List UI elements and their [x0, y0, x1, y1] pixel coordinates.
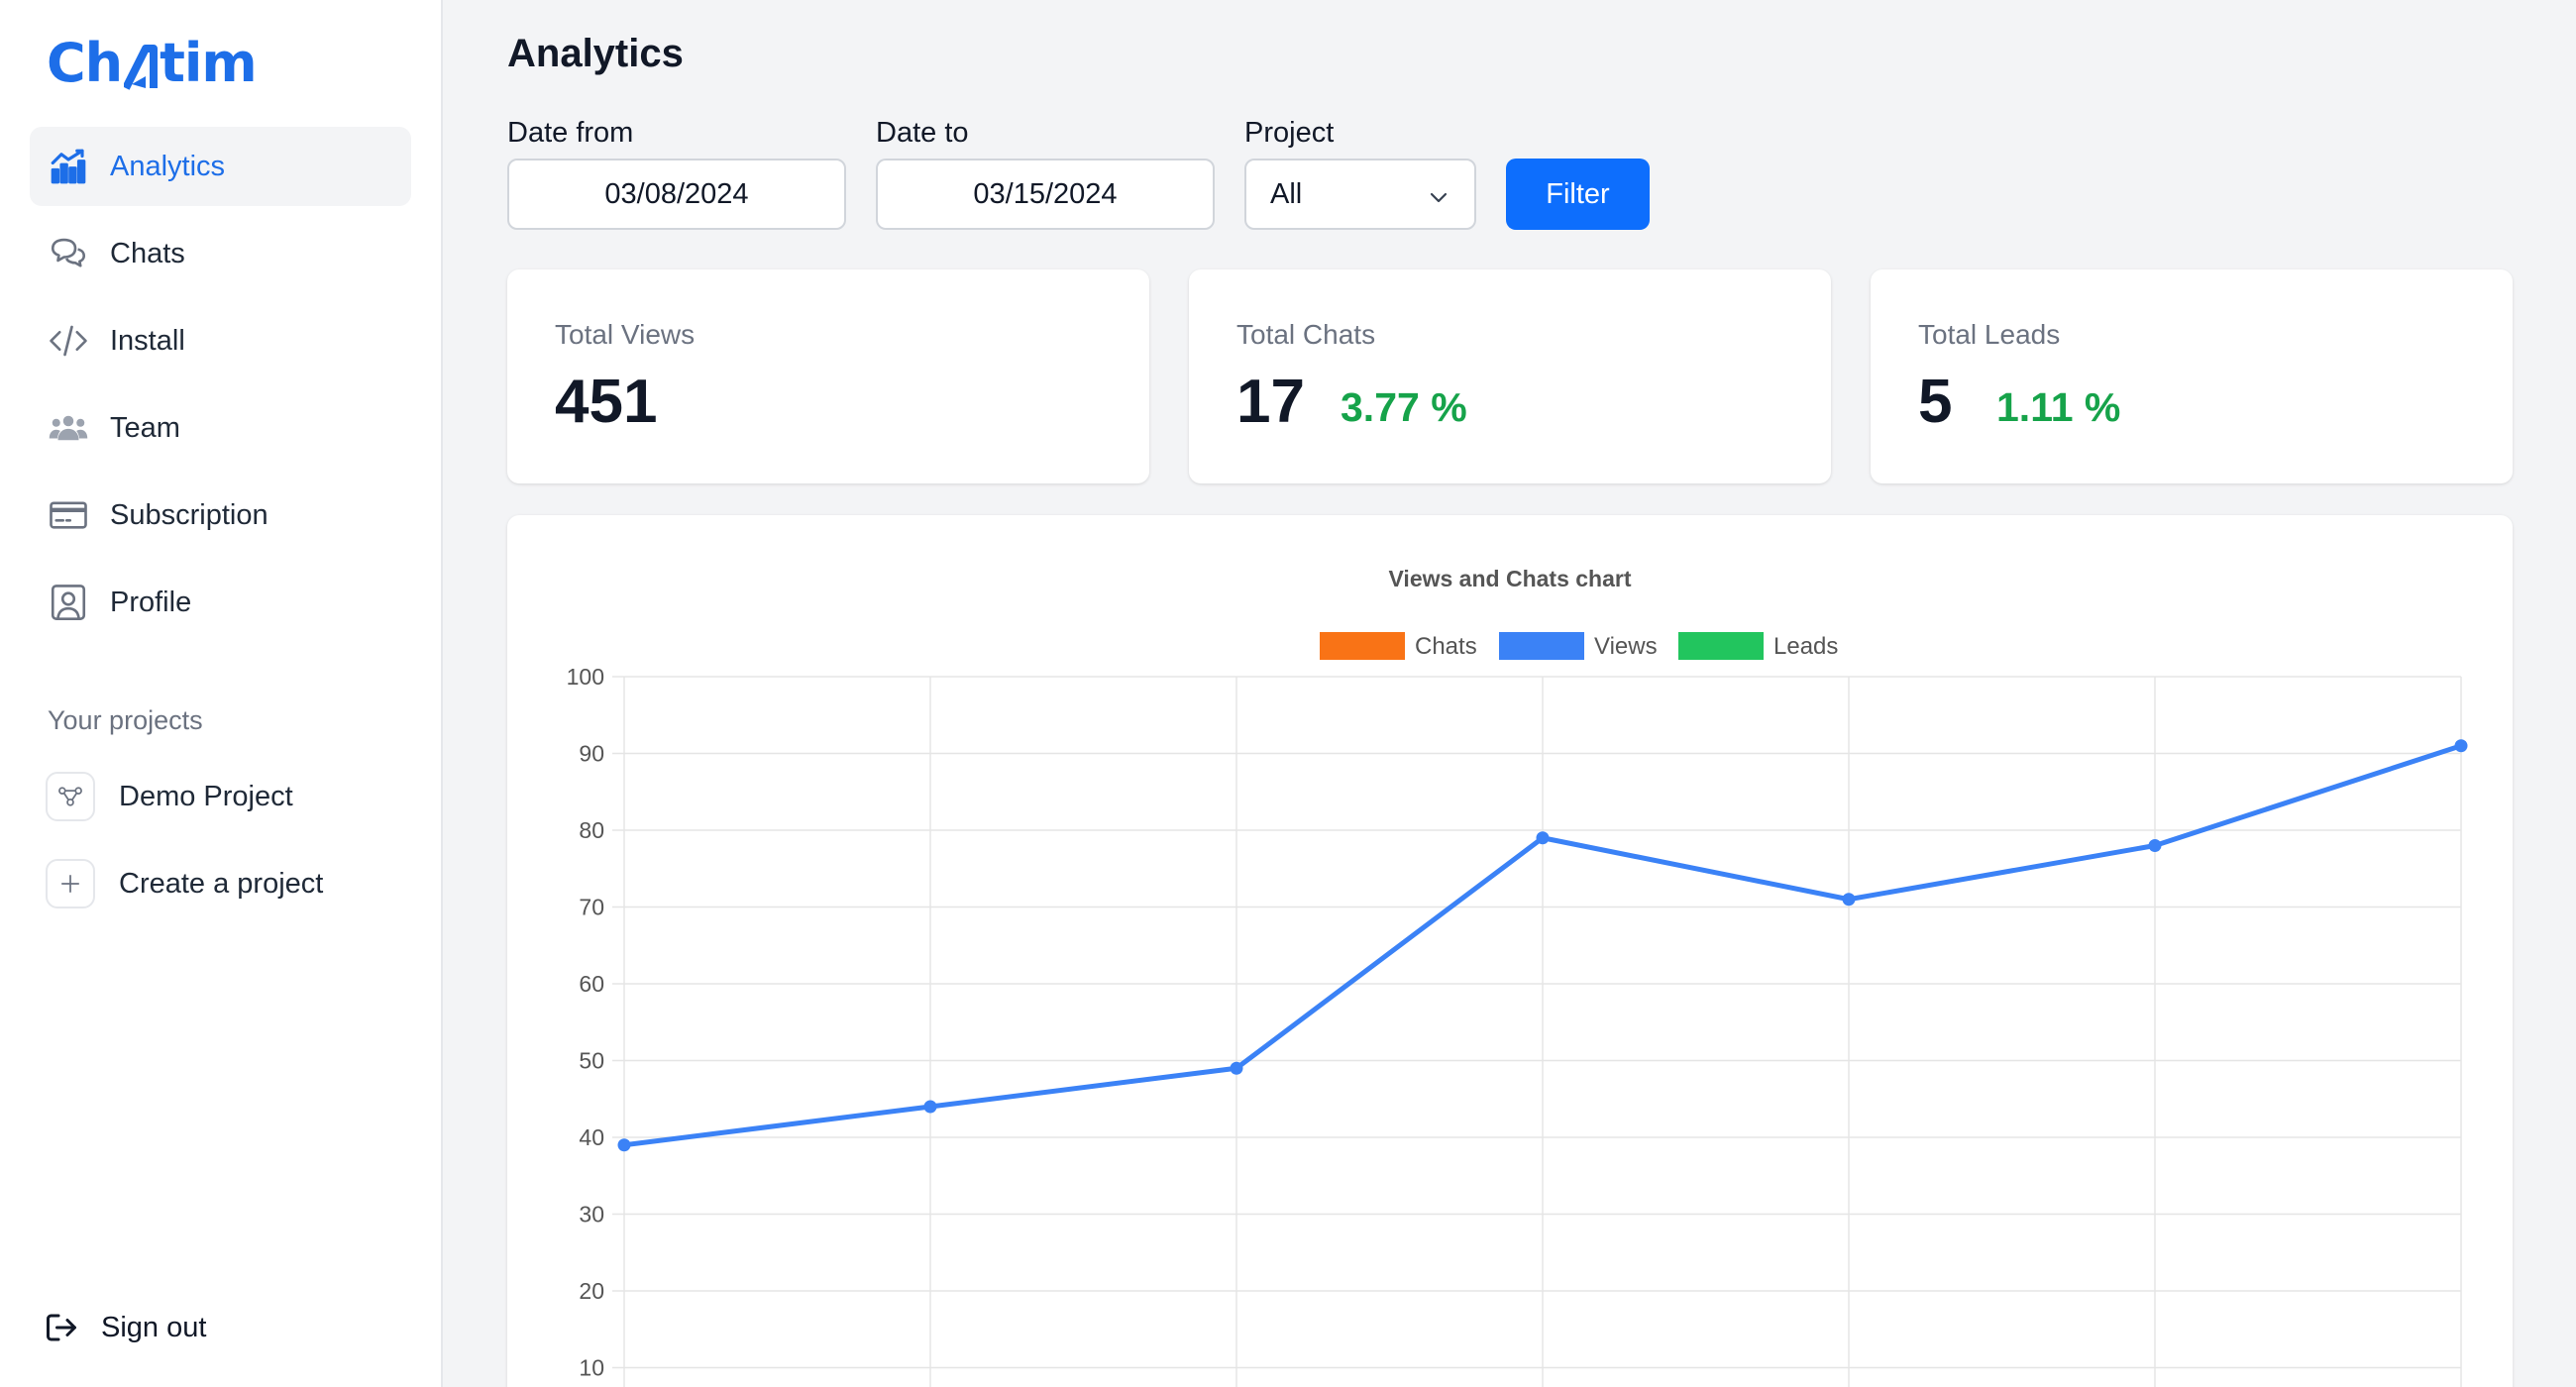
y-tick-label: 10 [579, 1355, 604, 1381]
sidebar-item-label: Analytics [110, 150, 226, 182]
data-point-views [1536, 831, 1550, 845]
project-select[interactable]: All [1244, 159, 1476, 230]
create-project-button[interactable]: Create a project [46, 848, 412, 919]
sidebar-item-label: Team [110, 411, 180, 444]
stat-card-chats: Total Chats 17 3.77 % [1189, 269, 1831, 483]
date-to-label: Date to [876, 117, 969, 149]
credit-card-icon [47, 493, 90, 537]
sidebar-item-chats[interactable]: Chats [30, 214, 411, 293]
project-label: Create a project [119, 867, 324, 900]
sidebar-nav: Analytics Chats Install Team Subscriptio… [30, 127, 411, 650]
stat-label: Total Chats [1236, 319, 1376, 350]
sidebar-item-label: Install [110, 324, 185, 357]
legend-label-chats: Chats [1415, 633, 1477, 660]
stat-percent: 1.11 % [1996, 384, 2121, 430]
projects-heading: Your projects [48, 705, 203, 735]
data-point-views [1842, 893, 1856, 907]
sidebar-item-subscription[interactable]: Subscription [30, 476, 411, 555]
legend-swatch-leads [1678, 632, 1764, 660]
stat-value: 17 [1236, 368, 1305, 436]
data-point-views [1230, 1061, 1243, 1075]
data-point-views [2148, 839, 2162, 852]
page-title: Analytics [507, 32, 684, 75]
stat-value: 5 [1918, 368, 1953, 436]
plus-icon [46, 859, 95, 908]
brand-name-right: tim [160, 32, 258, 94]
main-content: Analytics Date from 03/08/2024 Date to 0… [443, 0, 2576, 1387]
legend-label-leads: Leads [1773, 633, 1838, 660]
filter-button[interactable]: Filter [1506, 159, 1650, 230]
data-point-views [617, 1138, 631, 1152]
y-tick-label: 50 [579, 1048, 604, 1074]
y-tick-label: 90 [579, 741, 604, 767]
date-from-value: 03/08/2024 [604, 177, 749, 210]
project-item-demo[interactable]: Demo Project [46, 761, 412, 832]
sidebar-item-profile[interactable]: Profile [30, 563, 411, 642]
brand-logo[interactable]: Ch tim [47, 32, 258, 94]
views-chats-chart: Views and Chats chart Chats Views Leads 100 9… [567, 566, 2468, 1387]
y-tick-label: 20 [579, 1278, 604, 1304]
sidebar: Ch tim Analytics Chats Install Team Subs… [0, 0, 443, 1387]
project-list: Demo Project Create a project [46, 761, 412, 935]
team-icon [47, 406, 90, 450]
data-point-views [2454, 739, 2468, 753]
date-to-input[interactable]: 03/15/2024 [876, 159, 1215, 230]
chart-icon [47, 145, 90, 188]
stat-label: Total Leads [1918, 319, 2061, 350]
date-to-value: 03/15/2024 [973, 177, 1118, 210]
stat-percent: 3.77 % [1341, 384, 1467, 430]
chart-title: Views and Chats chart [1389, 566, 1632, 591]
sign-out-label: Sign out [101, 1311, 207, 1343]
sidebar-item-analytics[interactable]: Analytics [30, 127, 411, 206]
date-from-input[interactable]: 03/08/2024 [507, 159, 846, 230]
sidebar-item-install[interactable]: Install [30, 301, 411, 380]
legend-swatch-views [1499, 632, 1584, 660]
logo-mark-icon [122, 41, 159, 90]
legend-label-views: Views [1594, 633, 1658, 660]
data-point-views [923, 1100, 937, 1114]
sidebar-item-label: Profile [110, 586, 192, 618]
stat-value: 451 [555, 368, 658, 436]
chart-card: Views and Chats chart Chats Views Leads 100 9… [507, 515, 2513, 1387]
stat-label: Total Views [555, 319, 696, 350]
chat-bubbles-icon [47, 232, 90, 275]
legend-swatch-chats [1320, 632, 1405, 660]
y-tick-label: 100 [567, 664, 604, 690]
stat-card-views: Total Views 451 [507, 269, 1149, 483]
y-tick-label: 60 [579, 971, 604, 997]
sidebar-item-label: Chats [110, 237, 185, 269]
sidebar-item-label: Subscription [110, 498, 268, 531]
sign-out-button[interactable]: Sign out [44, 1310, 206, 1345]
project-nodes-icon [46, 772, 95, 821]
project-label: Demo Project [119, 780, 293, 812]
sign-out-icon [44, 1310, 79, 1345]
y-tick-label: 40 [579, 1124, 604, 1150]
project-filter-label: Project [1244, 117, 1335, 149]
sidebar-item-team[interactable]: Team [30, 388, 411, 468]
code-icon [47, 319, 90, 363]
date-from-label: Date from [507, 117, 634, 149]
brand-name-left: Ch [47, 32, 123, 94]
stat-card-leads: Total Leads 5 1.11 % [1871, 269, 2513, 483]
user-portrait-icon [47, 581, 90, 624]
y-tick-label: 30 [579, 1202, 604, 1227]
y-tick-label: 80 [579, 817, 604, 843]
y-tick-label: 70 [579, 895, 604, 920]
project-select-value: All [1270, 177, 1303, 210]
chevron-down-icon [1427, 184, 1450, 208]
